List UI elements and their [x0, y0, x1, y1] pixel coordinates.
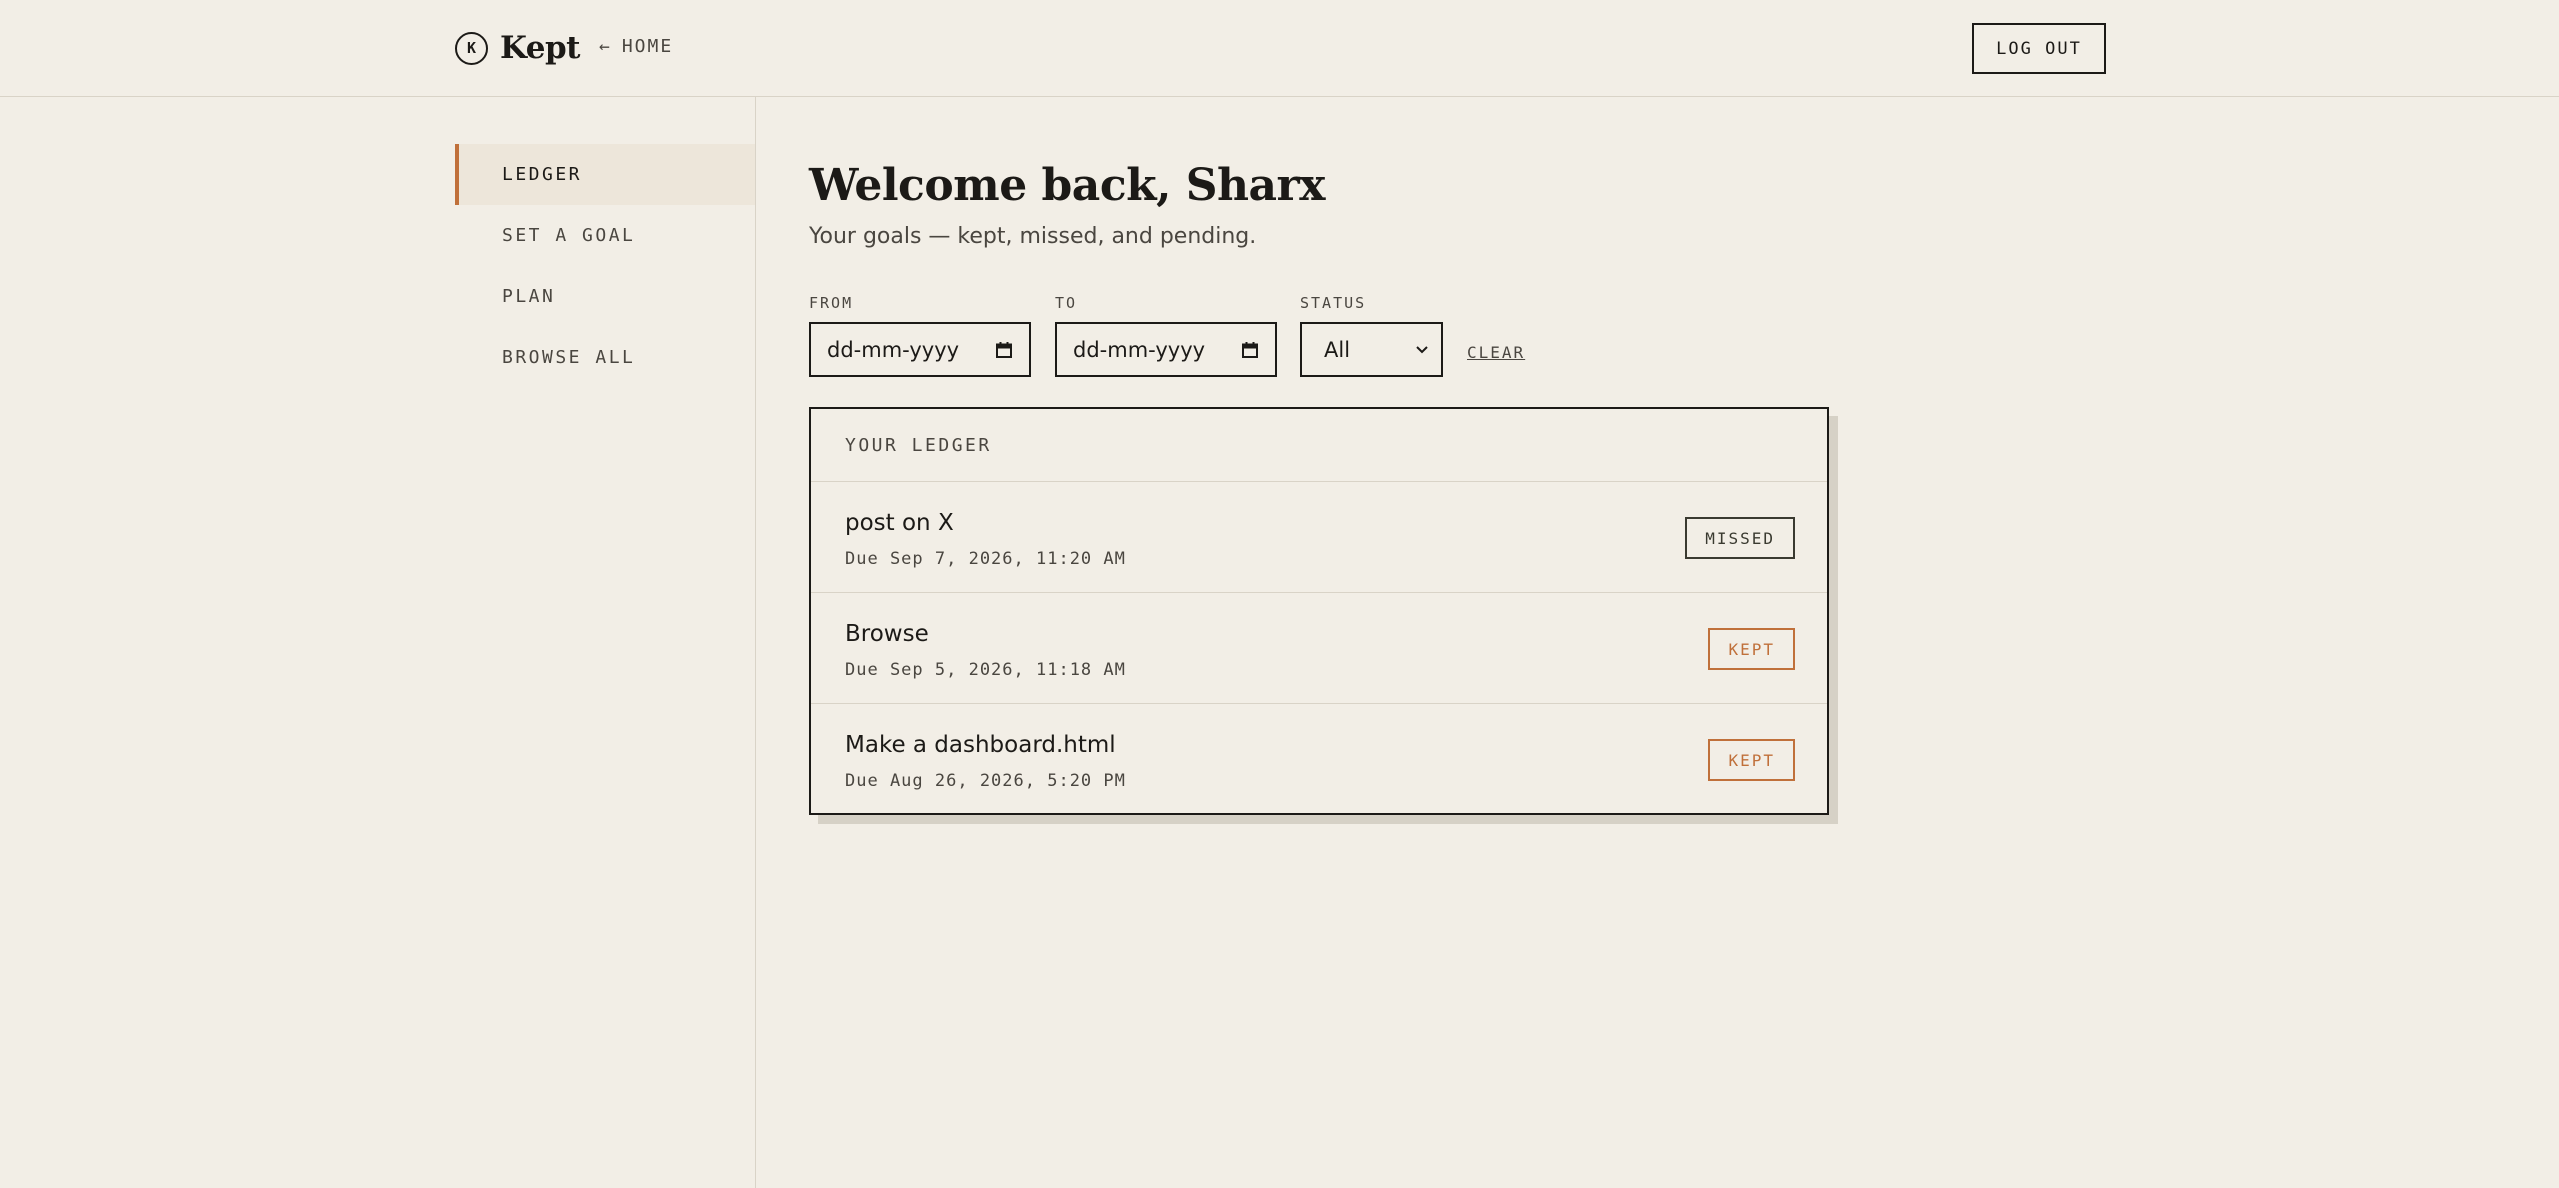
ledger-row[interactable]: Make a dashboard.html Due Aug 26, 2026, …	[811, 704, 1827, 815]
kept-logo-icon: K	[455, 31, 488, 65]
to-label: TO	[1055, 294, 1078, 312]
to-date-input[interactable]: dd-mm-yyyy	[1055, 322, 1277, 377]
goal-due-date: Due Sep 5, 2026, 11:18 AM	[845, 660, 1126, 680]
from-date-input[interactable]: dd-mm-yyyy	[809, 322, 1031, 377]
page-subtitle: Your goals — kept, missed, and pending.	[809, 224, 1257, 249]
from-label: FROM	[809, 294, 854, 312]
sidebar-item-plan[interactable]: PLAN	[455, 266, 755, 327]
arrow-left-icon: ←	[599, 36, 612, 57]
ledger-header: YOUR LEDGER	[811, 409, 1827, 482]
home-link[interactable]: ← HOME	[599, 36, 673, 57]
sidebar-item-label: LEDGER	[502, 164, 583, 185]
goal-title: Browse	[845, 621, 929, 647]
page-title: Welcome back, Sharx	[809, 160, 1325, 211]
sidebar-item-label: SET A GOAL	[502, 225, 636, 246]
brand-name: Kept	[500, 30, 580, 66]
goal-title: Make a dashboard.html	[845, 732, 1116, 758]
status-badge: KEPT	[1708, 628, 1795, 670]
logout-button[interactable]: LOG OUT	[1972, 23, 2106, 74]
chevron-down-icon	[1416, 345, 1428, 353]
status-select-value: All	[1324, 337, 1351, 362]
from-date-placeholder: dd-mm-yyyy	[827, 337, 960, 362]
ledger-row[interactable]: Browse Due Sep 5, 2026, 11:18 AM KEPT	[811, 593, 1827, 704]
status-label: STATUS	[1300, 294, 1367, 312]
sidebar-item-ledger[interactable]: LEDGER	[455, 144, 755, 205]
brand[interactable]: K Kept	[455, 30, 580, 66]
sidebar-item-browse-all[interactable]: BROWSE ALL	[455, 327, 755, 388]
status-select[interactable]: All	[1300, 322, 1443, 377]
ledger-card: YOUR LEDGER post on X Due Sep 7, 2026, 1…	[809, 407, 1829, 815]
sidebar-divider	[755, 97, 756, 1188]
sidebar-item-set-a-goal[interactable]: SET A GOAL	[455, 205, 755, 266]
calendar-icon[interactable]	[995, 341, 1013, 359]
status-badge: KEPT	[1708, 739, 1795, 781]
sidebar: LEDGER SET A GOAL PLAN BROWSE ALL	[455, 144, 755, 388]
goal-due-date: Due Aug 26, 2026, 5:20 PM	[845, 771, 1126, 791]
goal-due-date: Due Sep 7, 2026, 11:20 AM	[845, 549, 1126, 569]
status-badge: MISSED	[1685, 517, 1795, 559]
goal-title: post on X	[845, 510, 954, 536]
ledger-row[interactable]: post on X Due Sep 7, 2026, 11:20 AM MISS…	[811, 482, 1827, 593]
top-bar: K Kept ← HOME LOG OUT	[0, 0, 2559, 97]
sidebar-item-label: PLAN	[502, 286, 556, 307]
clear-filters-link[interactable]: CLEAR	[1467, 343, 1525, 362]
sidebar-item-label: BROWSE ALL	[502, 347, 636, 368]
home-label: HOME	[621, 36, 674, 57]
calendar-icon[interactable]	[1241, 341, 1259, 359]
to-date-placeholder: dd-mm-yyyy	[1073, 337, 1206, 362]
